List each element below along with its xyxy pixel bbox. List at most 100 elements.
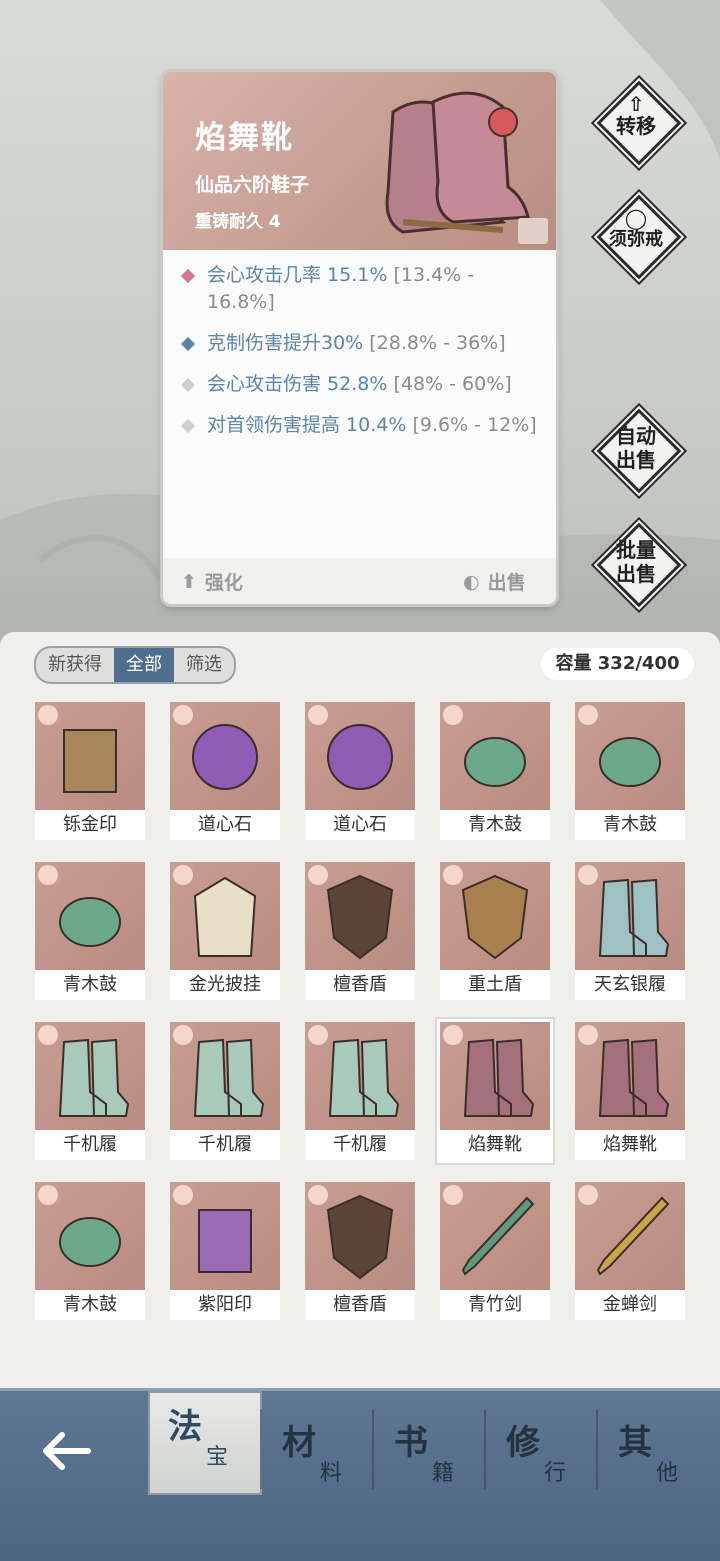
inventory-item[interactable]: 檀香盾 bbox=[305, 862, 415, 1000]
sumeru-ring-button[interactable]: ◯ 须弥戒 bbox=[596, 194, 682, 280]
lock-icon[interactable] bbox=[518, 218, 548, 244]
tab-new[interactable]: 新获得 bbox=[36, 648, 114, 682]
item-art bbox=[440, 862, 550, 970]
boots-icon bbox=[598, 1038, 670, 1117]
upgrade-button[interactable]: ⬆ 强化 bbox=[181, 568, 243, 595]
drum-icon bbox=[464, 737, 526, 787]
stat-line: 克制伤害提升30% [28.8% - 36%] bbox=[177, 330, 547, 357]
item-art bbox=[305, 1022, 415, 1130]
tab-all[interactable]: 全部 bbox=[114, 648, 174, 682]
item-art bbox=[575, 702, 685, 810]
item-name-label: 青木鼓 bbox=[35, 970, 145, 1000]
drum-icon bbox=[599, 737, 661, 787]
diamond-bullet-icon bbox=[180, 377, 196, 393]
arrow-up-icon: ⬆ bbox=[181, 570, 197, 593]
inventory-item[interactable]: 重土盾 bbox=[440, 862, 550, 1000]
diamond-bullet-icon bbox=[180, 418, 196, 434]
transfer-button[interactable]: ⇧ 转移 bbox=[596, 80, 682, 166]
seal-icon bbox=[198, 1209, 252, 1273]
back-arrow-icon[interactable] bbox=[38, 1427, 94, 1475]
inventory-item[interactable]: 金蝉剑 bbox=[575, 1182, 685, 1320]
item-art bbox=[575, 862, 685, 970]
item-detail-card: 焰舞靴 仙品六阶鞋子 重铸耐久 4 会心攻击几率 15.1% [13.4% - … bbox=[163, 72, 556, 604]
item-name-label: 道心石 bbox=[170, 810, 280, 840]
cape-icon bbox=[193, 876, 257, 957]
inventory-item[interactable]: 焰舞靴 bbox=[440, 1022, 550, 1160]
item-detail-header: 焰舞靴 仙品六阶鞋子 重铸耐久 4 bbox=[163, 72, 556, 250]
inventory-item[interactable]: 千机履 bbox=[305, 1022, 415, 1160]
boots-icon bbox=[193, 1038, 265, 1117]
inventory-item[interactable]: 青木鼓 bbox=[440, 702, 550, 840]
item-name-label: 千机履 bbox=[170, 1130, 280, 1160]
drum-icon bbox=[59, 897, 121, 947]
nav-tab-treasures[interactable]: 法 宝 bbox=[148, 1391, 262, 1495]
item-name-label: 道心石 bbox=[305, 810, 415, 840]
inventory-item[interactable]: 焰舞靴 bbox=[575, 1022, 685, 1160]
shield-icon bbox=[326, 1194, 394, 1280]
item-name-label: 青木鼓 bbox=[575, 810, 685, 840]
bottom-nav: 法 宝 材 料 书 籍 修 行 其 他 bbox=[0, 1388, 720, 1561]
item-stats: 会心攻击几率 15.1% [13.4% - 16.8%] 克制伤害提升30% [… bbox=[177, 262, 547, 453]
inventory-tabs: 新获得 全部 筛选 bbox=[34, 646, 236, 684]
item-name-label: 铄金印 bbox=[35, 810, 145, 840]
diamond-bullet-icon bbox=[180, 336, 196, 352]
item-grade: 仙品六阶鞋子 bbox=[195, 174, 310, 196]
coin-icon: ◐ bbox=[463, 570, 480, 593]
item-name-label: 檀香盾 bbox=[305, 970, 415, 1000]
inventory-item[interactable]: 道心石 bbox=[170, 702, 280, 840]
item-art bbox=[170, 702, 280, 810]
item-name-label: 金光披挂 bbox=[170, 970, 280, 1000]
item-name-label: 青木鼓 bbox=[35, 1290, 145, 1320]
inventory-item[interactable]: 青木鼓 bbox=[35, 1182, 145, 1320]
nav-tab-materials[interactable]: 材 料 bbox=[264, 1409, 374, 1505]
item-name: 焰舞靴 bbox=[195, 120, 294, 156]
nav-tab-others[interactable]: 其 他 bbox=[600, 1409, 710, 1505]
sword-icon bbox=[596, 1196, 670, 1276]
stat-line: 对首领伤害提高 10.4% [9.6% - 12%] bbox=[177, 412, 547, 439]
inventory-item[interactable]: 铄金印 bbox=[35, 702, 145, 840]
item-art bbox=[575, 1022, 685, 1130]
item-art bbox=[575, 1182, 685, 1290]
inventory-item[interactable]: 千机履 bbox=[35, 1022, 145, 1160]
nav-tab-cultivation[interactable]: 修 行 bbox=[488, 1409, 598, 1505]
item-art bbox=[35, 1182, 145, 1290]
item-art bbox=[35, 702, 145, 810]
item-name-label: 紫阳印 bbox=[170, 1290, 280, 1320]
stat-line: 会心攻击伤害 52.8% [48% - 60%] bbox=[177, 371, 547, 398]
diamond-bullet-icon bbox=[180, 268, 196, 284]
inventory-item[interactable]: 紫阳印 bbox=[170, 1182, 280, 1320]
item-art bbox=[440, 702, 550, 810]
inventory-item[interactable]: 檀香盾 bbox=[305, 1182, 415, 1320]
inventory-item[interactable]: 千机履 bbox=[170, 1022, 280, 1160]
tab-filter[interactable]: 筛选 bbox=[174, 648, 234, 682]
auto-sell-button[interactable]: 自动 出售 bbox=[596, 408, 682, 494]
stat-line: 会心攻击几率 15.1% [13.4% - 16.8%] bbox=[177, 262, 547, 316]
item-art bbox=[170, 1182, 280, 1290]
sell-button[interactable]: ◐ 出售 bbox=[463, 568, 526, 595]
inventory-item[interactable]: 青木鼓 bbox=[35, 862, 145, 1000]
seal-icon bbox=[63, 729, 117, 793]
capacity-badge: 容量 332/400 bbox=[541, 648, 694, 680]
drum-icon bbox=[59, 1217, 121, 1267]
inventory-item[interactable]: 金光披挂 bbox=[170, 862, 280, 1000]
upload-icon: ⇧ bbox=[627, 92, 645, 116]
inventory-item[interactable]: 道心石 bbox=[305, 702, 415, 840]
item-name-label: 千机履 bbox=[35, 1130, 145, 1160]
sword-icon bbox=[461, 1196, 535, 1276]
inventory-item[interactable]: 青木鼓 bbox=[575, 702, 685, 840]
inventory-item[interactable]: 天玄银履 bbox=[575, 862, 685, 1000]
item-art bbox=[170, 1022, 280, 1130]
shield-icon bbox=[326, 874, 394, 960]
boots-icon bbox=[463, 1038, 535, 1117]
item-action-bar: ⬆ 强化 ◐ 出售 bbox=[163, 558, 556, 604]
item-name-label: 焰舞靴 bbox=[440, 1130, 550, 1160]
shield-icon bbox=[461, 874, 529, 960]
inventory-item[interactable]: 青竹剑 bbox=[440, 1182, 550, 1320]
orb-icon bbox=[192, 724, 258, 790]
nav-tab-books[interactable]: 书 籍 bbox=[376, 1409, 486, 1505]
item-art bbox=[305, 702, 415, 810]
item-art bbox=[170, 862, 280, 970]
bulk-sell-button[interactable]: 批量 出售 bbox=[596, 522, 682, 608]
item-name-label: 重土盾 bbox=[440, 970, 550, 1000]
item-art bbox=[35, 862, 145, 970]
